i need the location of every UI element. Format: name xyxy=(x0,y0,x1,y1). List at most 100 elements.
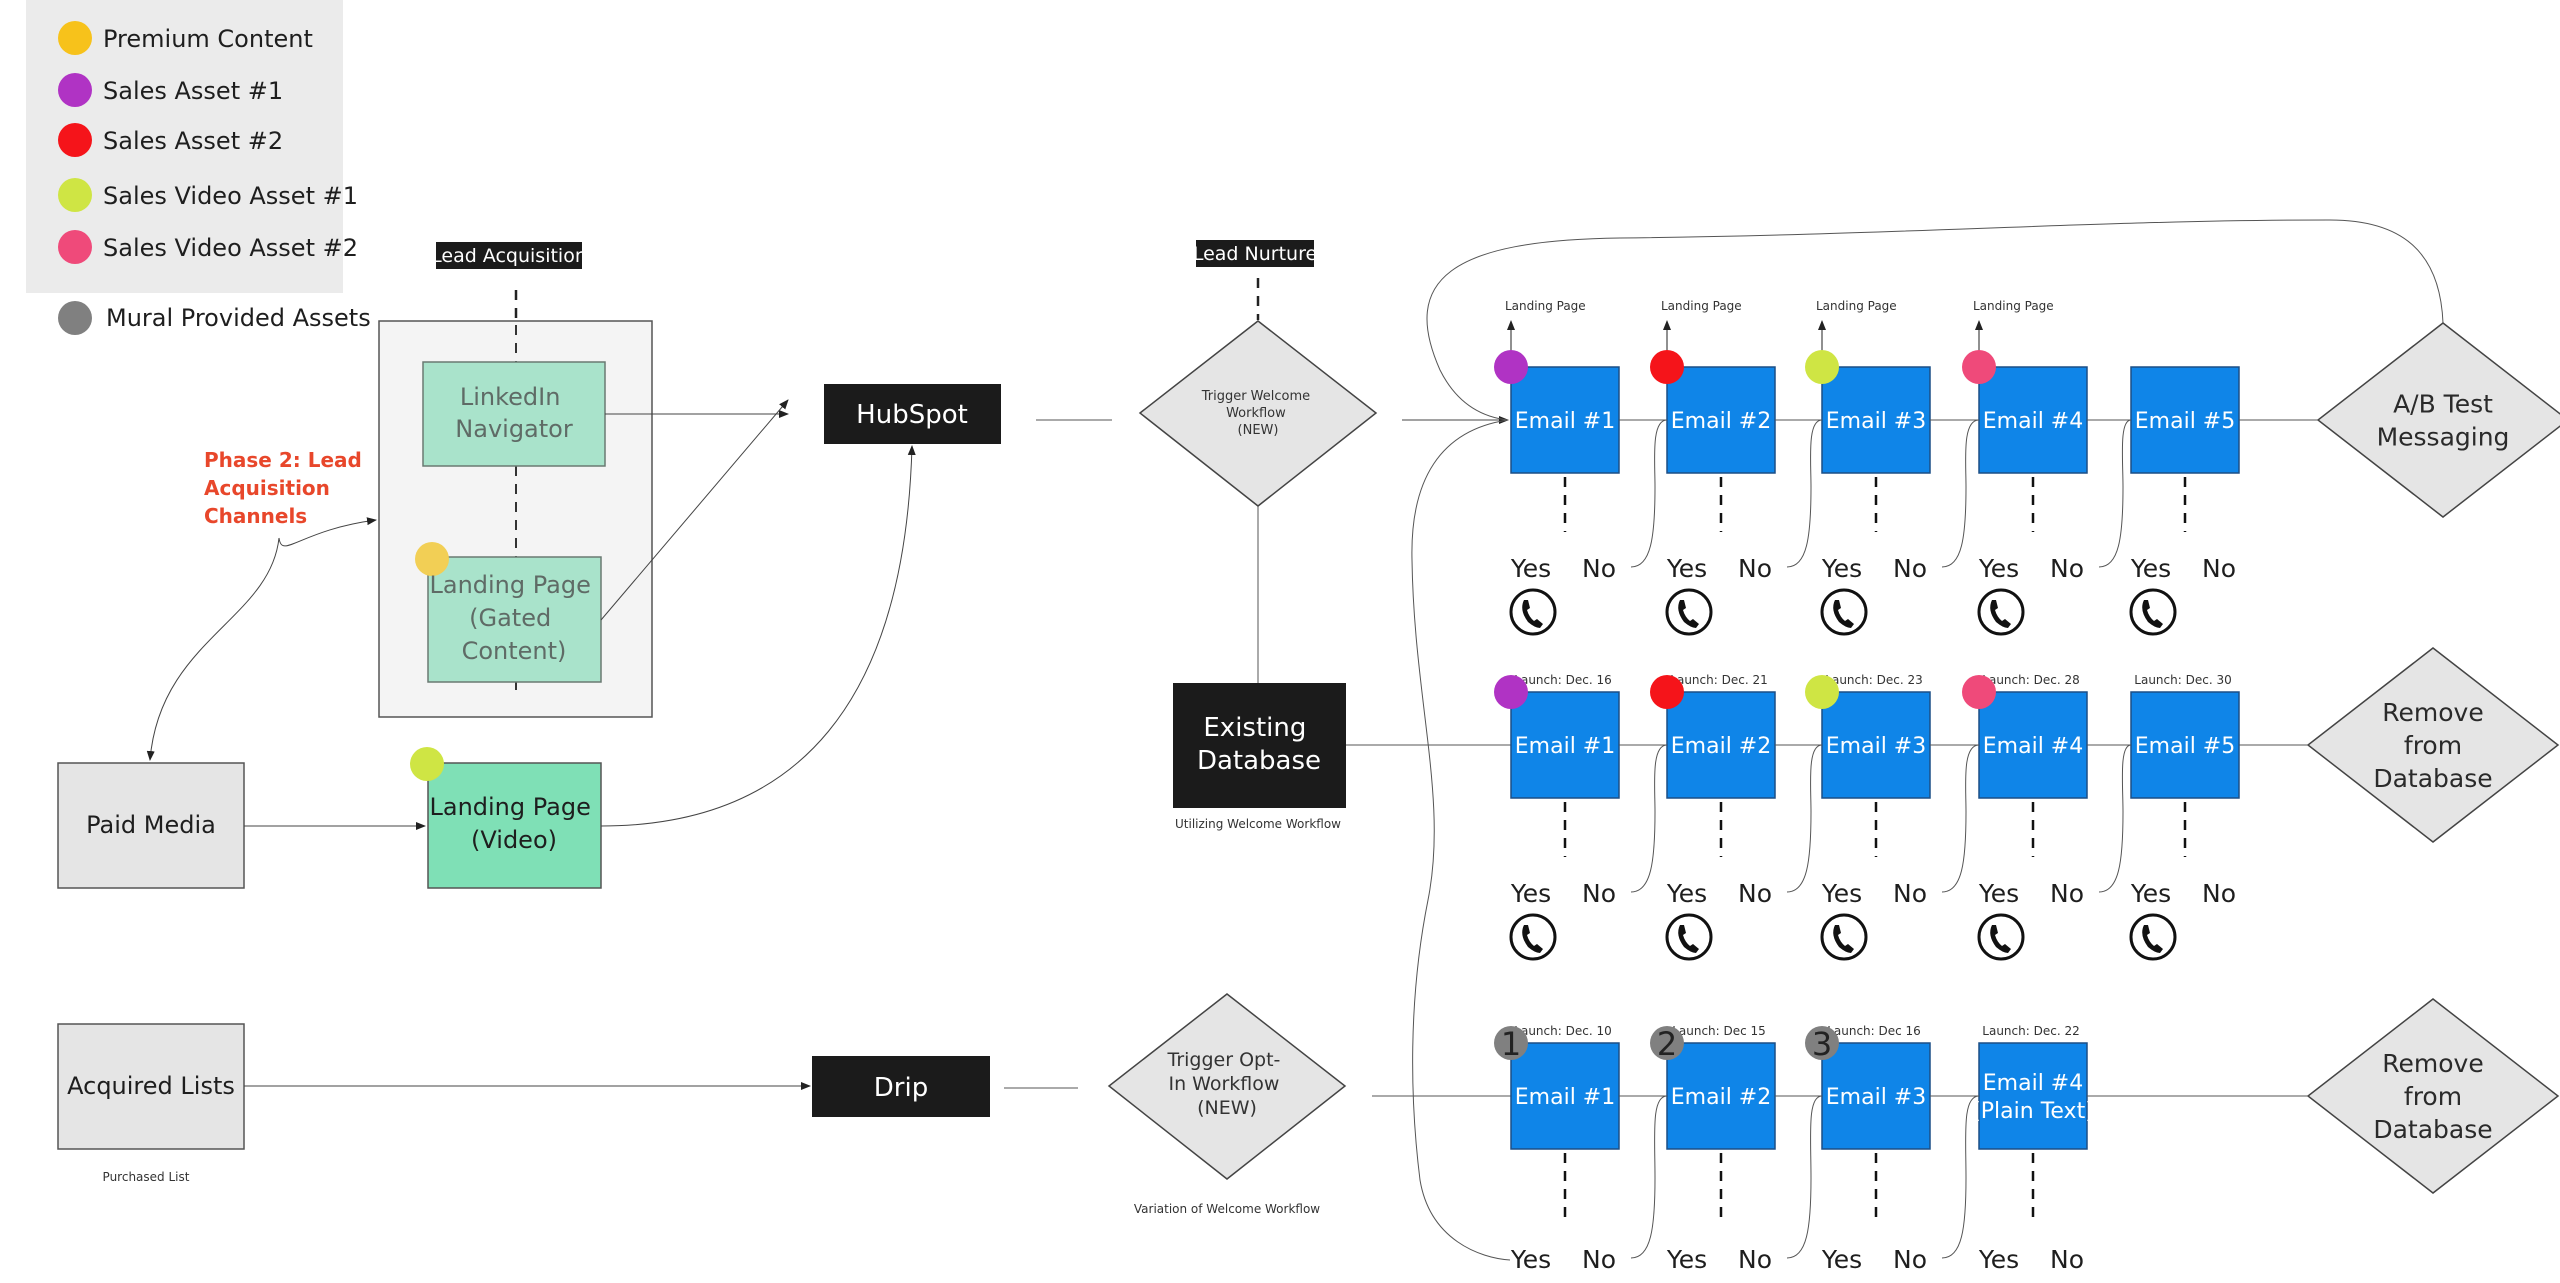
no-label: No xyxy=(1738,1245,1772,1274)
launch-date-note: Launch: Dec 16 xyxy=(1827,1024,1921,1038)
no-label: No xyxy=(1893,1245,1927,1274)
email-row-hubspot-welcome: Email #1 Landing Page Yes No Email #2 Landing… xyxy=(1494,299,2560,636)
no-label: No xyxy=(1582,879,1616,908)
launch-date-note: Launch: Dec. 30 xyxy=(2134,673,2231,687)
email-box[interactable] xyxy=(1978,1042,2088,1150)
email-label: Email #4 xyxy=(1983,409,2083,434)
acquired-lists-label: Acquired Lists xyxy=(67,1072,235,1100)
phone-call-icon xyxy=(1820,913,1868,961)
launch-date-note: Launch: Dec. 28 xyxy=(1982,673,2079,687)
phase-note-to-paid-media xyxy=(146,537,280,761)
email-step[interactable]: Email #1 Launch: Dec. 101 Yes No xyxy=(1494,1024,1620,1274)
phone-call-icon xyxy=(1665,913,1713,961)
no-label: No xyxy=(2050,1245,2084,1274)
asset-dot xyxy=(1962,350,1996,384)
asset-dot xyxy=(1650,350,1684,384)
trigger-optin-caption: Variation of Welcome Workflow xyxy=(1134,1202,1320,1216)
drip-yes-loop-connector xyxy=(1411,419,1511,1261)
no-branch-connector xyxy=(1786,1095,1823,1259)
mural-asset-number: 1 xyxy=(1501,1025,1521,1063)
email-label: Email #2 xyxy=(1671,409,1771,434)
yes-label: Yes xyxy=(1510,1245,1551,1274)
no-label: No xyxy=(1738,879,1772,908)
launch-date-note: Launch: Dec. 22 xyxy=(1982,1024,2079,1038)
flow-diagram: Premium Content Sales Asset #1 Sales Asset… xyxy=(26,0,2560,1274)
phone-call-icon xyxy=(2129,588,2177,636)
no-branch-connector xyxy=(1941,744,1980,893)
no-branch-connector xyxy=(1630,1095,1668,1259)
phase-2-note: Phase 2: Lead Acquisition Channels xyxy=(204,448,369,528)
sales-video-asset-1-dot xyxy=(410,747,444,781)
email-step[interactable]: Email #3 Launch: Dec. 23 Yes No xyxy=(1805,673,1931,961)
email-step[interactable]: Email #5 Launch: Dec. 30 Yes No xyxy=(2129,673,2240,961)
legend-label: Sales Asset #1 xyxy=(103,77,283,105)
email-step[interactable]: Email #1 Launch: Dec. 16 Yes No xyxy=(1494,673,1620,961)
yes-label: Yes xyxy=(1978,879,2019,908)
asset-dot xyxy=(1494,350,1528,384)
yes-label: Yes xyxy=(1510,879,1551,908)
remove-from-database-decision[interactable]: Remove from Database xyxy=(2306,647,2560,843)
phone-call-icon xyxy=(1509,588,1557,636)
lead-acquisition-section: Lead Acquisition LinkedIn Navigator Land… xyxy=(57,242,916,1184)
no-label: No xyxy=(1893,554,1927,583)
email-step[interactable]: Email #3 Launch: Dec 163 Yes No xyxy=(1805,1024,1931,1274)
legend-swatch xyxy=(58,73,92,107)
no-branch-connector xyxy=(1630,744,1668,893)
linkedin-navigator-box[interactable] xyxy=(422,361,606,467)
yes-label: Yes xyxy=(1821,554,1862,583)
drip-label: Drip xyxy=(874,1073,928,1103)
launch-date-note: Launch: Dec. 23 xyxy=(1825,673,1922,687)
legend-label: Sales Video Asset #2 xyxy=(103,234,358,262)
email-label: Email #1 xyxy=(1515,1085,1615,1110)
email-label: Email #5 xyxy=(2135,409,2235,434)
email-label: Email #4 xyxy=(1983,734,2083,759)
yes-label: Yes xyxy=(2130,879,2171,908)
asset-dot xyxy=(1494,675,1528,709)
phone-call-icon xyxy=(1509,913,1557,961)
asset-dot xyxy=(1805,350,1839,384)
no-label: No xyxy=(1738,554,1772,583)
asset-dot xyxy=(1805,675,1839,709)
legend-label-mural: Mural Provided Assets xyxy=(106,304,371,332)
email-step[interactable]: Email #2 Landing Page Yes No xyxy=(1650,299,1776,636)
yes-label: Yes xyxy=(1510,554,1551,583)
email-label: Email #1 xyxy=(1515,409,1615,434)
email-step[interactable]: Email #2 Launch: Dec. 21 Yes No xyxy=(1650,673,1776,961)
email-row-existing-database: Email #1 Launch: Dec. 16 Yes No Email #2 Laun… xyxy=(1494,647,2560,961)
mural-asset-number: 3 xyxy=(1812,1025,1832,1063)
legend: Premium Content Sales Asset #1 Sales Asset… xyxy=(26,0,371,335)
platforms: HubSpot Existing Database Utilizing Welc… xyxy=(812,384,1511,1117)
email-label: Email #5 xyxy=(2135,734,2235,759)
no-branch-connector xyxy=(1786,419,1823,568)
phone-call-icon xyxy=(1820,588,1868,636)
email-step[interactable]: Email #4 Launch: Dec. 28 Yes No xyxy=(1962,673,2088,961)
email-row-drip-optin: Email #1 Launch: Dec. 101 Yes No Email #2 Lau… xyxy=(1494,998,2560,1274)
email-step[interactable]: Email #2 Launch: Dec 152 Yes No xyxy=(1650,1024,1776,1274)
no-label: No xyxy=(2050,879,2084,908)
email-step[interactable]: Email #3 Landing Page Yes No xyxy=(1805,299,1931,636)
asset-dot xyxy=(1962,675,1996,709)
launch-date-note: Launch: Dec 15 xyxy=(1672,1024,1766,1038)
lead-nurture-label: Lead Nurture xyxy=(1193,243,1317,265)
purchased-list-caption: Purchased List xyxy=(103,1170,190,1184)
legend-label: Premium Content xyxy=(103,25,313,53)
landing-page-note: Landing Page xyxy=(1816,299,1897,313)
email-step[interactable]: Email #5 Yes No xyxy=(2129,366,2240,636)
email-label: Email #3 xyxy=(1826,1085,1926,1110)
email-step[interactable]: Email #1 Landing Page Yes No xyxy=(1494,299,1620,636)
email-step[interactable]: Email #4 Landing Page Yes No xyxy=(1962,299,2088,636)
no-label: No xyxy=(1582,1245,1616,1274)
paid-media-label: Paid Media xyxy=(86,811,216,839)
email-label: Email #2 xyxy=(1671,734,1771,759)
phone-call-icon xyxy=(1977,913,2025,961)
launch-date-note: Launch: Dec. 16 xyxy=(1514,673,1611,687)
decision-diamond[interactable] xyxy=(2316,322,2560,518)
yes-label: Yes xyxy=(2130,554,2171,583)
legend-swatch-mural xyxy=(58,301,92,335)
email-label: Email #2 xyxy=(1671,1085,1771,1110)
remove-from-database-decision[interactable]: Remove from Database xyxy=(2306,998,2560,1194)
existing-database-caption: Utilizing Welcome Workflow xyxy=(1175,817,1341,831)
ab-test-decision[interactable]: A/B Test Messaging xyxy=(2316,322,2560,518)
no-branch-connector xyxy=(1630,419,1668,568)
email-step[interactable]: Email #4 (Plain Text)Launch: Dec. 22Yes No xyxy=(1972,1024,2094,1274)
